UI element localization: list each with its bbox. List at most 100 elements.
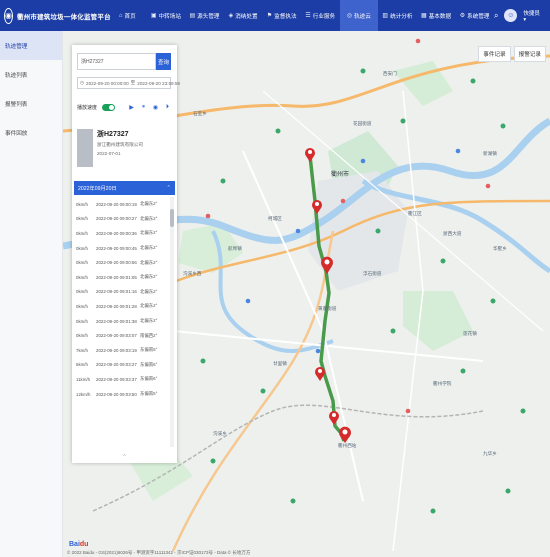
user-name[interactable]: 快捷员 ▾ bbox=[523, 9, 544, 23]
plate-search-input[interactable]: 浙H27327 bbox=[77, 53, 156, 70]
scrollbar-thumb[interactable] bbox=[170, 209, 174, 227]
row-direction: 北偏东2° bbox=[140, 303, 158, 309]
track-pin[interactable] bbox=[329, 411, 339, 425]
map-label: 浮石街道 bbox=[363, 271, 382, 276]
row-direction: 北偏东2° bbox=[140, 259, 158, 265]
row-direction: 北偏东2° bbox=[140, 288, 158, 294]
nav-label: 中转场站 bbox=[158, 13, 181, 20]
nav-item-4[interactable]: ⚑ 监督执法 bbox=[262, 0, 301, 31]
pause-icon[interactable]: ⏸ bbox=[140, 104, 147, 111]
track-row[interactable]: 0km/h 2022-09-20 09:00:56 北偏东2° bbox=[76, 255, 172, 270]
nav-item-9[interactable]: ⚙ 系统管理 bbox=[455, 0, 494, 31]
row-time: 2022-09-20 09:03:37 bbox=[96, 376, 137, 382]
map-label: 新湖镇 bbox=[483, 151, 497, 156]
map-label: 莲花镇 bbox=[463, 331, 477, 336]
track-row[interactable]: 0km/h 2022-09-20 09:01:38 北偏东2° bbox=[76, 314, 172, 329]
date-start[interactable]: 2022-09-20 00:00:00 bbox=[86, 81, 129, 86]
row-direction: 南偏西2° bbox=[140, 332, 158, 338]
sidebar-item-3[interactable]: 事件回放 bbox=[0, 118, 62, 147]
nav-label: 行业服务 bbox=[312, 13, 336, 20]
track-row[interactable]: 0km/h 2022-09-20 09:01:05 北偏东2° bbox=[76, 270, 172, 285]
track-pin[interactable] bbox=[315, 367, 325, 381]
map-label: 廿里镇 bbox=[273, 361, 287, 366]
map-label: 石室乡 bbox=[193, 111, 207, 116]
nav-label: 源头管理 bbox=[197, 13, 220, 20]
speed-icon[interactable]: ⏵ bbox=[164, 104, 171, 111]
map-label: 衢州市 bbox=[331, 172, 350, 178]
track-row[interactable]: 12km/h 2022-09-20 09:03:50 东偏南5° bbox=[76, 387, 172, 402]
date-separator: 至 bbox=[130, 80, 136, 85]
nav-item-3[interactable]: ◈ 消纳处置 bbox=[224, 0, 263, 31]
map-label: 衢州西站 bbox=[338, 443, 357, 448]
nav-item-6[interactable]: ◎ 轨迹云 bbox=[339, 0, 379, 31]
search-button[interactable]: 查询 bbox=[156, 53, 171, 70]
nav-label: 轨迹云 bbox=[354, 13, 371, 20]
sidebar-item-2[interactable]: 报警列表 bbox=[0, 89, 62, 118]
row-direction: 东偏南5° bbox=[140, 347, 158, 353]
alarm-record-button[interactable]: 报警记录 bbox=[513, 46, 546, 62]
track-icon: ◎ bbox=[346, 13, 353, 19]
station-icon: ▣ bbox=[150, 13, 157, 19]
nav-item-1[interactable]: ▣ 中转场站 bbox=[147, 0, 186, 31]
enforce-icon: ⚑ bbox=[266, 13, 273, 19]
track-row[interactable]: 0km/h 2022-09-20 09:01:28 北偏东2° bbox=[76, 299, 172, 314]
home-icon: ⌂ bbox=[118, 12, 123, 19]
row-time: 2022-09-20 09:03:07 bbox=[96, 333, 137, 339]
track-row[interactable]: 0km/h 2022-09-20 09:00:36 北偏东2° bbox=[76, 226, 172, 241]
nav-item-8[interactable]: ▦ 基本数据 bbox=[417, 0, 456, 31]
track-row[interactable]: 7km/h 2022-09-20 09:03:19 东偏南5° bbox=[76, 343, 172, 358]
row-direction: 北偏东2° bbox=[140, 230, 158, 236]
track-row[interactable]: 0km/h 2022-09-20 09:00:19 北偏东2° bbox=[76, 197, 172, 212]
panel-collapse[interactable]: ^ bbox=[72, 454, 177, 460]
play-icon[interactable]: ▶ bbox=[128, 104, 135, 111]
playback-toggle[interactable] bbox=[102, 103, 116, 111]
vehicle-plate: 浙H27327 bbox=[97, 131, 129, 138]
row-direction: 北偏东2° bbox=[140, 215, 158, 221]
avatar[interactable]: ☺ bbox=[504, 9, 518, 22]
disposal-icon: ◈ bbox=[228, 13, 234, 19]
map-label: 衢州学院 bbox=[433, 381, 452, 386]
chevron-up-icon[interactable]: ⌃ bbox=[167, 185, 171, 191]
row-direction: 北偏东2° bbox=[140, 201, 158, 207]
track-group-header[interactable]: 2022年09月20日 ⌃ bbox=[74, 181, 175, 195]
vehicle-info: 浙H27327 浙江衢州建筑有限公司 2022-07-01 bbox=[97, 125, 143, 173]
row-speed: 0km/h bbox=[76, 260, 88, 266]
nav-item-5[interactable]: ☰ 行业服务 bbox=[301, 0, 340, 31]
nav-item-0[interactable]: ⌂ 首页 bbox=[108, 0, 147, 31]
row-speed: 0km/h bbox=[76, 289, 88, 295]
user-area[interactable]: ⌕ ☺ 快捷员 ▾ bbox=[494, 9, 550, 23]
date-end[interactable]: 2022-09-20 23:59:59 bbox=[137, 81, 180, 86]
logo-icon: ◉ bbox=[4, 7, 13, 24]
row-time: 2022-09-20 09:01:05 bbox=[96, 274, 137, 280]
date-range-picker[interactable]: ◷ 2022-09-20 00:00:00 至 2022-09-20 23:59… bbox=[77, 77, 180, 89]
track-row[interactable]: 6km/h 2022-09-20 09:03:27 东偏南6° bbox=[76, 358, 172, 373]
event-record-button[interactable]: 事件记录 bbox=[478, 46, 511, 62]
track-pin[interactable] bbox=[305, 148, 315, 162]
track-row[interactable]: 0km/h 2022-09-20 09:00:27 北偏东2° bbox=[76, 212, 172, 227]
app-logo[interactable]: ◉ 衢州市建筑垃圾一体化监管平台 bbox=[0, 7, 111, 24]
track-row[interactable]: 0km/h 2022-09-20 09:03:07 南偏西2° bbox=[76, 328, 172, 343]
row-time: 2022-09-20 09:01:38 bbox=[96, 318, 137, 324]
row-time: 2022-09-20 09:03:19 bbox=[96, 347, 137, 353]
baidu-logo: Baidu bbox=[69, 541, 89, 548]
data-icon: ▦ bbox=[421, 13, 427, 19]
search-icon[interactable]: ⌕ bbox=[494, 11, 498, 21]
track-row[interactable]: 0km/h 2022-09-20 09:00:45 北偏东2° bbox=[76, 241, 172, 256]
map-label: 沟溪乡西 bbox=[183, 271, 202, 276]
settings-icon: ⚙ bbox=[459, 13, 466, 19]
track-row[interactable]: 0km/h 2022-09-20 09:01:16 北偏东2° bbox=[76, 285, 172, 300]
vehicle-card[interactable]: 浙H27327 浙江衢州建筑有限公司 2022-07-01 bbox=[77, 125, 172, 173]
list-scrollbar[interactable] bbox=[170, 197, 174, 447]
sidebar-item-0[interactable]: 轨迹管理 bbox=[0, 31, 62, 60]
track-row[interactable]: 11km/h 2022-09-20 09:03:37 东偏南6° bbox=[76, 372, 172, 387]
row-direction: 北偏东2° bbox=[140, 245, 158, 251]
stop-icon[interactable]: ◉ bbox=[152, 104, 159, 111]
nav-item-2[interactable]: ▤ 源头管理 bbox=[185, 0, 224, 31]
app-title: 衢州市建筑垃圾一体化监管平台 bbox=[16, 13, 111, 21]
row-time: 2022-09-20 09:00:56 bbox=[96, 260, 137, 266]
row-speed: 0km/h bbox=[76, 245, 88, 251]
row-time: 2022-09-20 09:01:28 bbox=[96, 303, 137, 309]
nav-item-7[interactable]: ▥ 统计分析 bbox=[378, 0, 417, 31]
playback-controls: 播放速度 ▶ ⏸ ◉ ⏵ bbox=[77, 101, 172, 113]
sidebar-item-1[interactable]: 轨迹列表 bbox=[0, 60, 62, 89]
